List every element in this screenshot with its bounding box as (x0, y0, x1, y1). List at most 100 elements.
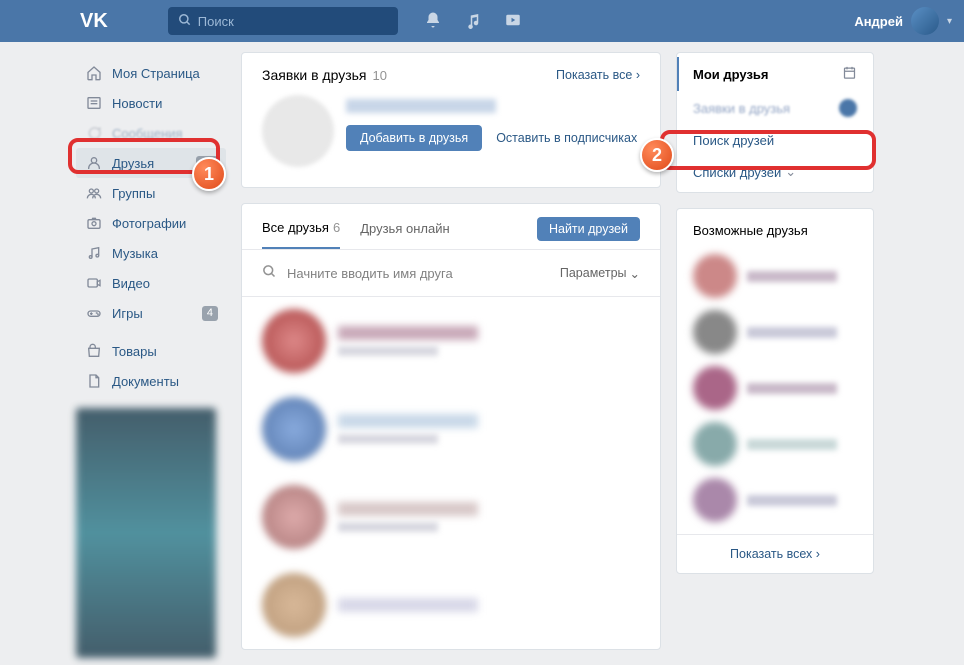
games-badge: 4 (202, 306, 218, 321)
tab-all-friends[interactable]: Все друзья6 (262, 216, 340, 249)
sidebar-item-news[interactable]: Новости (76, 88, 226, 118)
friend-row[interactable] (242, 297, 660, 385)
keep-subscriber-link[interactable]: Оставить в подписчиках (496, 131, 637, 145)
tab-all-count: 6 (333, 220, 340, 235)
possible-friend-item[interactable] (677, 360, 873, 416)
messages-icon (84, 123, 104, 143)
possible-friend-item[interactable] (677, 248, 873, 304)
sidebar-item-label: Музыка (112, 246, 158, 261)
chevron-down-icon: ⌄ (785, 164, 796, 180)
friend-sub-blurred (338, 346, 438, 356)
friend-search-input[interactable] (287, 266, 560, 281)
possible-name-blurred (747, 271, 837, 282)
sidebar-item-games[interactable]: Игры 4 (76, 298, 226, 328)
sidebar-item-messages[interactable]: Сообщения (76, 118, 226, 148)
add-friend-button[interactable]: Добавить в друзья (346, 125, 482, 151)
possible-name-blurred (747, 439, 837, 450)
home-icon (84, 63, 104, 83)
rtab-search-friends[interactable]: Поиск друзей (677, 125, 873, 156)
possible-name-blurred (747, 327, 837, 338)
docs-icon (84, 371, 104, 391)
sidebar-promo[interactable] (76, 408, 216, 658)
sidebar-item-label: Сообщения (112, 126, 183, 141)
possible-friends-card: Возможные друзья Показать всех › (676, 208, 874, 574)
rtab-my-friends[interactable]: Мои друзья (677, 57, 873, 91)
notifications-icon[interactable] (424, 11, 442, 32)
friend-name-blurred (338, 326, 478, 340)
video-icon (84, 273, 104, 293)
possible-avatar (693, 422, 737, 466)
logo[interactable]: VK (80, 10, 108, 33)
music-icon[interactable] (464, 11, 482, 32)
rtab-friend-lists[interactable]: Списки друзей ⌄ (677, 156, 873, 188)
sidebar-item-label: Видео (112, 276, 150, 291)
topbar-icons (424, 11, 522, 32)
sidebar-item-docs[interactable]: Документы (76, 366, 226, 396)
annotation-badge-2: 2 (640, 138, 674, 172)
friend-row[interactable] (242, 385, 660, 473)
tabs-row: Все друзья6 Друзья онлайн Найти друзей (242, 204, 660, 250)
possible-friend-item[interactable] (677, 472, 873, 528)
requests-title: Заявки в друзья (262, 67, 367, 83)
friend-avatar (262, 485, 326, 549)
chevron-down-icon: ▾ (947, 16, 952, 27)
friend-avatar (262, 573, 326, 637)
friend-requests-card: Заявки в друзья 10 Показать все › Добави… (241, 52, 661, 188)
sidebar-item-photos[interactable]: Фотографии (76, 208, 226, 238)
show-all-link[interactable]: Показать все › (556, 68, 640, 82)
video-play-icon[interactable] (504, 11, 522, 32)
market-icon (84, 341, 104, 361)
friends-icon (84, 153, 104, 173)
friend-sub-blurred (338, 522, 438, 532)
sidebar-item-label: Моя Страница (112, 66, 200, 81)
search-icon (178, 13, 192, 30)
request-item: Добавить в друзья Оставить в подписчиках (242, 95, 660, 187)
global-search-input[interactable] (198, 14, 388, 29)
requests-header: Заявки в друзья 10 Показать все › (242, 53, 660, 95)
user-menu[interactable]: Андрей ▾ (854, 7, 952, 35)
request-name-blurred (346, 99, 496, 113)
sidebar: Моя Страница Новости Сообщения Друзья 10… (76, 52, 226, 665)
tab-friends-online[interactable]: Друзья онлайн (360, 217, 449, 248)
friend-name-blurred (338, 414, 478, 428)
possible-avatar (693, 478, 737, 522)
chevron-right-icon: › (816, 547, 820, 561)
sidebar-item-profile[interactable]: Моя Страница (76, 58, 226, 88)
sidebar-item-video[interactable]: Видео (76, 268, 226, 298)
main-column: Заявки в друзья 10 Показать все › Добави… (241, 52, 661, 665)
possible-name-blurred (747, 495, 837, 506)
sidebar-item-label: Фотографии (112, 216, 186, 231)
sidebar-item-label: Новости (112, 96, 162, 111)
right-tabs: Мои друзья Заявки в друзья Поиск друзей … (676, 52, 874, 193)
sidebar-item-market[interactable]: Товары (76, 336, 226, 366)
possible-friend-item[interactable] (677, 304, 873, 360)
possible-friend-item[interactable] (677, 416, 873, 472)
possible-avatar (693, 254, 737, 298)
friend-sub-blurred (338, 434, 438, 444)
find-friends-button[interactable]: Найти друзей (537, 217, 640, 241)
friends-list-card: Все друзья6 Друзья онлайн Найти друзей П… (241, 203, 661, 650)
friend-avatar (262, 309, 326, 373)
possible-friends-title: Возможные друзья (677, 209, 873, 248)
right-column: Мои друзья Заявки в друзья Поиск друзей … (676, 52, 874, 665)
camera-icon (84, 213, 104, 233)
sidebar-item-label: Друзья (112, 156, 154, 171)
chevron-right-icon: › (636, 68, 640, 82)
avatar (911, 7, 939, 35)
request-avatar[interactable] (262, 95, 334, 167)
show-all-possible-link[interactable]: Показать всех › (677, 534, 873, 573)
friend-name-blurred (338, 502, 478, 516)
rtab-requests[interactable]: Заявки в друзья (677, 91, 873, 125)
friend-row[interactable] (242, 561, 660, 649)
parameters-toggle[interactable]: Параметры ⌄ (560, 266, 640, 281)
requests-count: 10 (373, 68, 387, 83)
sidebar-item-music[interactable]: Музыка (76, 238, 226, 268)
sidebar-item-label: Документы (112, 374, 179, 389)
global-search[interactable] (168, 7, 398, 35)
friend-row[interactable] (242, 473, 660, 561)
username: Андрей (854, 14, 903, 29)
possible-avatar (693, 366, 737, 410)
news-icon (84, 93, 104, 113)
sidebar-item-label: Группы (112, 186, 155, 201)
requests-count-badge (839, 99, 857, 117)
